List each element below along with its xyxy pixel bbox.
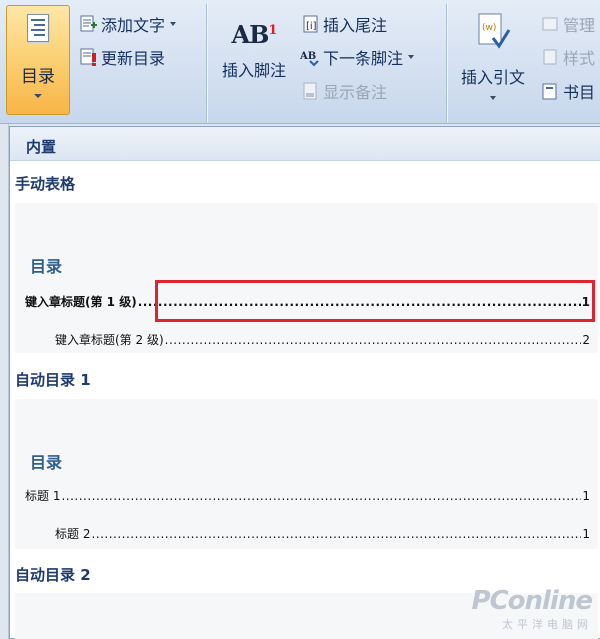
chevron-down-icon <box>170 22 177 26</box>
insert-footnote-button[interactable]: AB1 插入脚注 <box>214 20 294 81</box>
style-icon <box>540 47 560 67</box>
update-toc-label: 更新目录 <box>101 49 166 68</box>
toc-option-auto-1[interactable]: 目录 标题 11 标题 21 <box>15 399 598 549</box>
footnote-icon: AB1 <box>231 20 278 49</box>
manage-sources-button[interactable]: 管理 <box>540 12 595 36</box>
add-text-icon <box>78 14 98 34</box>
insert-citation-label: 插入引文 <box>460 68 525 87</box>
manage-label: 管理 <box>563 16 596 35</box>
add-text-label: 添加文字 <box>101 16 166 35</box>
chevron-down-icon <box>34 94 42 98</box>
svg-text:[i]: [i] <box>306 21 317 32</box>
preview-heading: 目录 <box>30 453 63 472</box>
bibliography-icon <box>540 81 560 101</box>
manage-icon <box>540 14 560 34</box>
watermark-subtext: 太平洋电脑网 <box>502 618 592 631</box>
ribbon: 目录 添加文字 更新目录 AB1 插入脚注 [i] 插入尾注 AB 下一条脚注 <box>0 0 600 124</box>
citation-icon: (w) <box>452 10 534 54</box>
watermark-text: PConline <box>471 586 593 616</box>
add-text-button[interactable]: 添加文字 <box>78 12 177 36</box>
next-footnote-icon: AB <box>299 47 320 67</box>
toc-button-label: 目录 <box>21 67 55 87</box>
chevron-down-icon <box>490 96 496 100</box>
watermark-logo: PConline 太平洋电脑网 <box>471 586 593 632</box>
toc-entry-level-2: 标题 21 <box>55 525 590 542</box>
document-edge <box>0 124 9 639</box>
svg-text:AB: AB <box>300 51 316 62</box>
toc-entry-level-1: 标题 11 <box>25 487 590 504</box>
toc-entry-level-1: 键入章标题(第 1 级)1 <box>25 293 590 310</box>
update-toc-icon <box>78 47 98 67</box>
svg-text:(w): (w) <box>482 23 496 33</box>
group-separator <box>206 4 207 122</box>
section-title-auto-2: 自动目录 2 <box>15 566 91 584</box>
show-notes-icon <box>300 81 320 101</box>
insert-citation-button[interactable]: (w) 插入引文 <box>452 10 534 100</box>
section-title-auto-1: 自动目录 1 <box>15 371 91 389</box>
gallery-header: 内置 <box>10 127 600 161</box>
bibliography-label: 书目 <box>563 83 596 102</box>
update-toc-button[interactable]: 更新目录 <box>78 45 165 69</box>
insert-footnote-label: 插入脚注 <box>221 61 286 80</box>
gallery-header-label: 内置 <box>26 138 57 156</box>
toc-document-icon <box>27 14 49 42</box>
next-footnote-label: 下一条脚注 <box>323 49 404 68</box>
group-separator <box>446 4 447 122</box>
insert-endnote-label: 插入尾注 <box>323 16 388 35</box>
style-button[interactable]: 样式 <box>540 45 595 69</box>
chevron-down-icon <box>408 55 415 59</box>
bibliography-button[interactable]: 书目 <box>540 79 595 103</box>
show-notes-button[interactable]: 显示备注 <box>300 79 387 103</box>
insert-endnote-button[interactable]: [i] 插入尾注 <box>300 12 387 36</box>
preview-heading: 目录 <box>30 257 63 276</box>
style-label: 样式 <box>563 49 596 68</box>
toc-gallery: 内置 手动表格 目录 键入章标题(第 1 级)1 键入章标题(第 2 级)2 自… <box>9 126 600 639</box>
next-footnote-button[interactable]: AB 下一条脚注 <box>299 45 415 69</box>
toc-button[interactable]: 目录 <box>6 5 70 115</box>
toc-entry-level-2: 键入章标题(第 2 级)2 <box>55 331 590 348</box>
endnote-icon: [i] <box>300 14 320 34</box>
toc-option-manual[interactable]: 目录 键入章标题(第 1 级)1 键入章标题(第 2 级)2 <box>15 203 598 353</box>
show-notes-label: 显示备注 <box>323 83 388 102</box>
section-title-manual: 手动表格 <box>15 175 76 193</box>
